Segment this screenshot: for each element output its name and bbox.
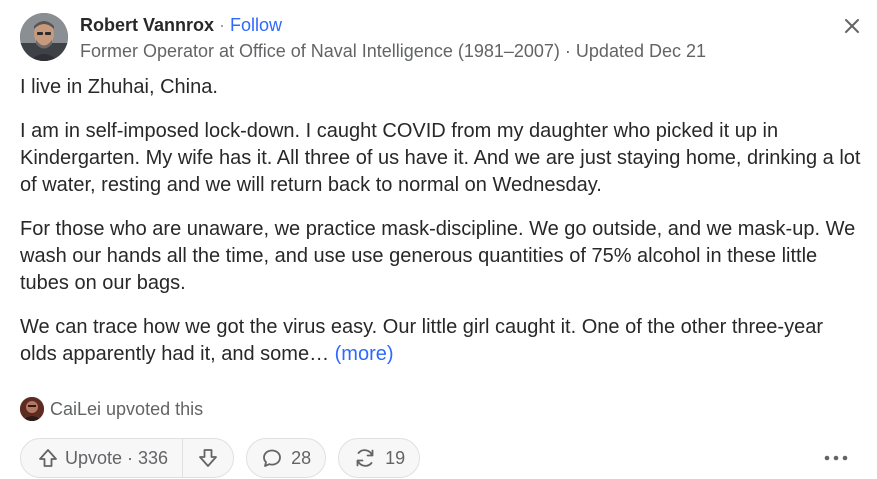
author-line: Robert Vannrox · Follow bbox=[80, 13, 282, 37]
upvote-arrow-icon bbox=[39, 449, 57, 467]
upvote-label: Upvote · 336 bbox=[65, 447, 169, 468]
comment-button[interactable]: 28 bbox=[246, 438, 327, 478]
more-link[interactable]: (more) bbox=[335, 343, 394, 365]
post-paragraph-truncated: We can trace how we got the virus easy. … bbox=[20, 314, 865, 368]
reshare-icon bbox=[356, 449, 374, 467]
downvote-button[interactable] bbox=[183, 439, 233, 477]
follow-button[interactable]: Follow bbox=[230, 15, 282, 35]
share-button[interactable]: 19 bbox=[338, 438, 421, 478]
post-paragraph: I am in self-imposed lock-down. I caught… bbox=[20, 120, 861, 196]
author-avatar[interactable] bbox=[20, 13, 68, 61]
overflow-menu-button[interactable] bbox=[816, 441, 856, 475]
share-count: 19 bbox=[385, 447, 406, 468]
post-paragraph: I live in Zhuhai, China. bbox=[20, 76, 218, 98]
upvoter-avatar[interactable] bbox=[20, 397, 44, 421]
post-content[interactable]: I live in Zhuhai, China. I am in self-im… bbox=[20, 74, 865, 368]
author-name[interactable]: Robert Vannrox bbox=[80, 15, 214, 35]
post-paragraph: For those who are unaware, we practice m… bbox=[20, 218, 856, 294]
comment-bubble-icon bbox=[263, 449, 281, 467]
author-credential[interactable]: Former Operator at Office of Naval Intel… bbox=[80, 41, 560, 61]
upvote-button[interactable]: Upvote · 336 bbox=[21, 439, 184, 477]
author-credential-line: Former Operator at Office of Naval Intel… bbox=[80, 39, 706, 63]
more-dots-icon bbox=[824, 455, 848, 461]
upvoted-by-text[interactable]: CaiLei upvoted this bbox=[50, 399, 203, 420]
downvote-arrow-icon bbox=[199, 449, 217, 467]
action-bar: Upvote · 336 28 19 bbox=[20, 438, 421, 478]
separator-dot: · bbox=[214, 15, 231, 35]
comment-count: 28 bbox=[291, 447, 312, 468]
close-button[interactable] bbox=[838, 12, 866, 40]
post-card: Robert Vannrox · Follow Former Operator … bbox=[0, 0, 877, 479]
upvoted-by-row: CaiLei upvoted this bbox=[20, 396, 203, 422]
updated-date: · Updated Dec 21 bbox=[559, 41, 707, 61]
vote-group: Upvote · 336 bbox=[20, 438, 235, 478]
close-icon bbox=[845, 19, 859, 33]
post-paragraph-text: We can trace how we got the virus easy. … bbox=[20, 316, 823, 365]
